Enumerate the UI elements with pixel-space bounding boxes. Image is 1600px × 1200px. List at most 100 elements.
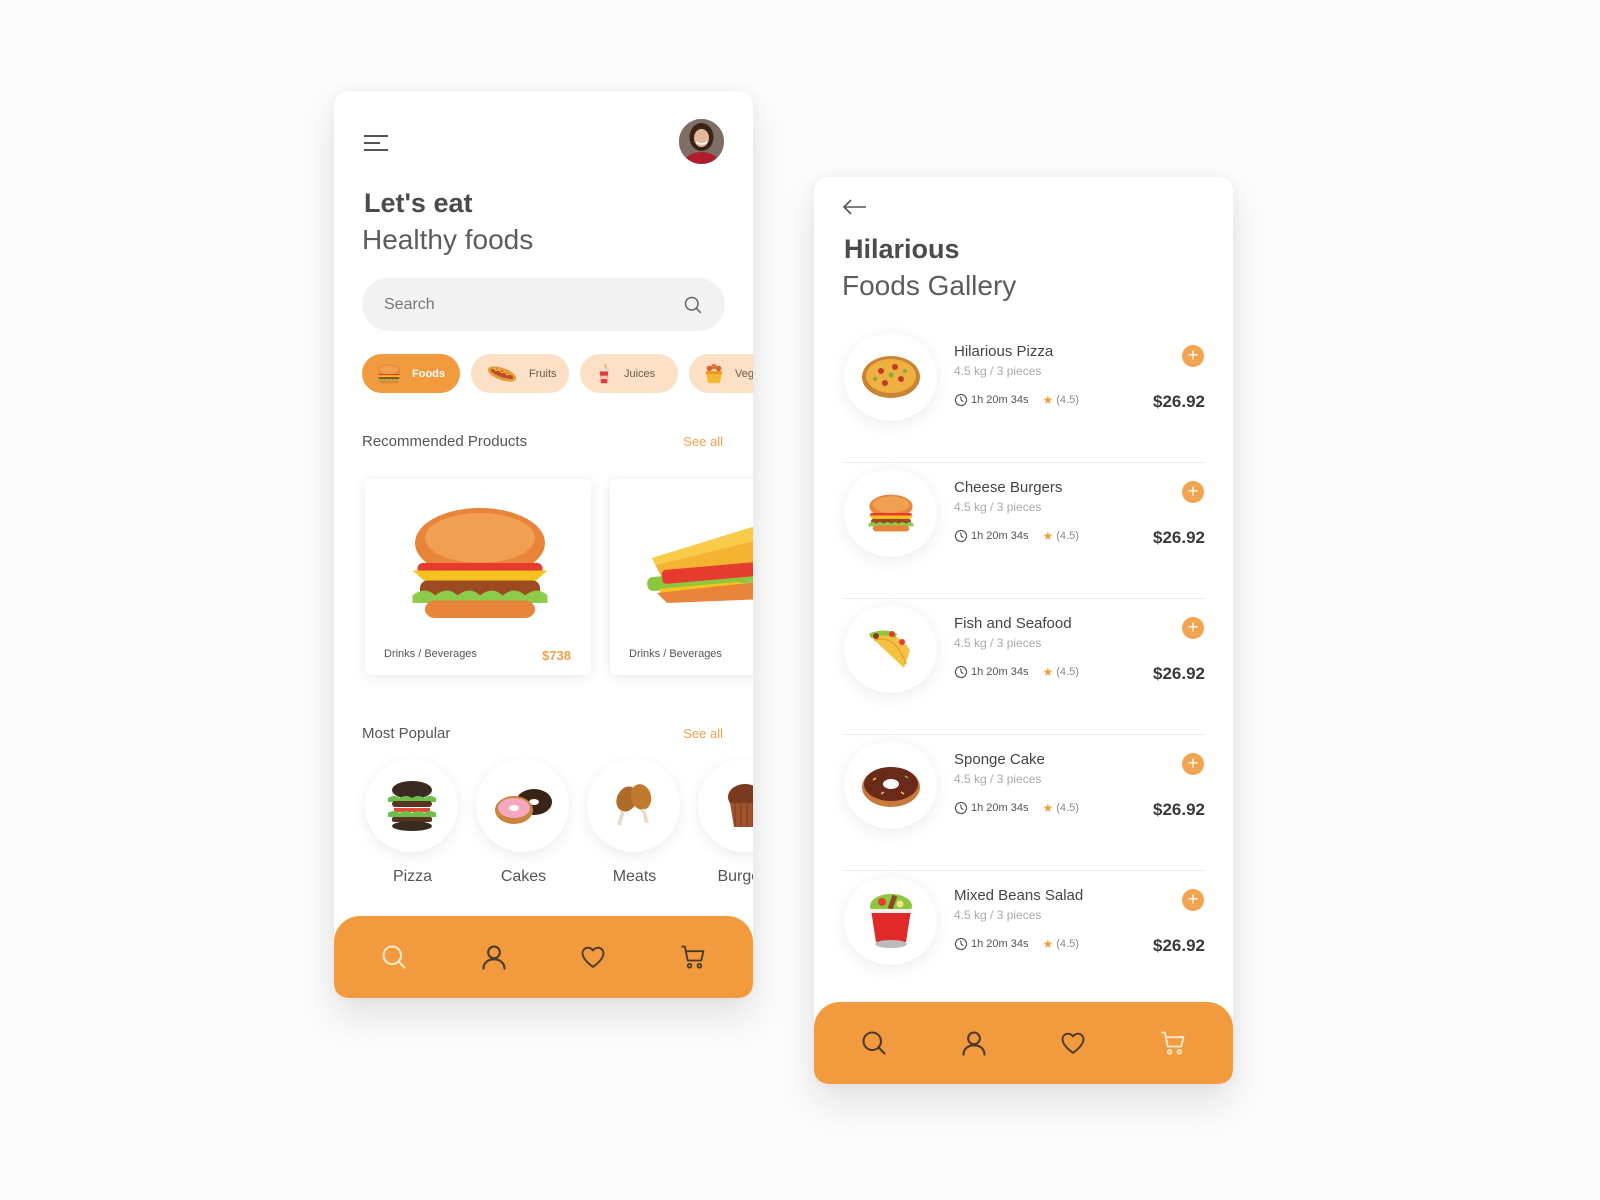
burger-icon (376, 363, 402, 385)
food-price: $26.92 (1153, 664, 1205, 683)
add-to-cart-button[interactable]: + (1182, 617, 1204, 639)
star-icon: ★ (1042, 529, 1054, 543)
food-thumb (844, 469, 937, 557)
search-bar[interactable] (362, 278, 725, 331)
section-title: Recommended Products (362, 433, 528, 450)
category-chip-foods[interactable]: Foods (362, 354, 460, 393)
search-input[interactable] (384, 295, 683, 314)
category-label: Foods (412, 367, 445, 380)
category-label: Vegetables (735, 367, 753, 380)
taco-image (868, 630, 910, 668)
popular-item-label: Burgers (717, 868, 753, 885)
sandwich-image (647, 526, 753, 603)
nav-search-button[interactable] (854, 1023, 894, 1063)
food-price: $26.92 (1153, 936, 1205, 955)
chicken-legs-image (615, 783, 651, 826)
user-icon (480, 943, 508, 971)
search-icon (860, 1029, 888, 1057)
food-weight: 4.5 kg / 3 pieces (954, 908, 1042, 922)
burger-image (405, 503, 555, 623)
donut-image (861, 767, 920, 807)
food-list-item[interactable]: Cheese Burgers 4.5 kg / 3 pieces 1h 20m … (844, 463, 1205, 599)
food-meta: 1h 20m 34s ★ (4.5) (954, 801, 1079, 815)
add-to-cart-button[interactable]: + (1182, 345, 1204, 367)
food-weight: 4.5 kg / 3 pieces (954, 364, 1042, 378)
back-arrow-icon[interactable] (842, 197, 868, 217)
popular-item-burgers[interactable]: Burgers (698, 759, 753, 886)
see-all-link[interactable]: See all (683, 726, 723, 741)
bottom-nav (814, 1002, 1233, 1084)
food-price: $26.92 (1153, 392, 1205, 411)
recommended-header: Recommended Products See all (362, 433, 723, 450)
avatar[interactable] (679, 119, 724, 164)
bottom-nav (334, 916, 753, 998)
food-meta: 1h 20m 34s ★ (4.5) (954, 937, 1079, 951)
home-screen: Let's eat Healthy foods Foods Fruits (334, 91, 753, 998)
popular-item-image (698, 759, 753, 852)
fries-bucket-icon (705, 363, 723, 383)
popular-item-cakes[interactable]: Cakes (476, 759, 571, 886)
popular-items: Pizza Cakes Meats Burg (365, 759, 753, 886)
page-subtitle: Healthy foods (362, 224, 534, 255)
food-list-item[interactable]: Hilarious Pizza 4.5 kg / 3 pieces 1h 20m… (844, 327, 1205, 463)
heart-icon (1059, 1029, 1087, 1057)
category-chip-vegetables[interactable]: Vegetables (689, 354, 753, 393)
double-burger-image (387, 780, 436, 831)
nav-search-button[interactable] (374, 937, 414, 977)
rating: (4.5) (1056, 394, 1079, 406)
star-icon: ★ (1042, 801, 1054, 815)
product-card[interactable]: Drinks / Beverages $738 (365, 479, 591, 675)
burger-image (866, 492, 916, 534)
nav-profile-button[interactable] (954, 1023, 994, 1063)
food-name: Mixed Beans Salad (954, 887, 1084, 904)
add-to-cart-button[interactable]: + (1182, 889, 1204, 911)
prep-time: 1h 20m 34s (971, 394, 1029, 406)
nav-cart-button[interactable] (1153, 1023, 1193, 1063)
food-list-item[interactable]: Sponge Cake 4.5 kg / 3 pieces 1h 20m 34s… (844, 735, 1205, 871)
category-chip-fruits[interactable]: Fruits (471, 354, 569, 393)
star-icon: ★ (1042, 393, 1054, 407)
nav-favorites-button[interactable] (1053, 1023, 1093, 1063)
add-to-cart-button[interactable]: + (1182, 481, 1204, 503)
prep-time: 1h 20m 34s (971, 530, 1029, 542)
popular-item-label: Meats (612, 868, 657, 885)
clock-icon (954, 665, 968, 679)
clock-icon (954, 529, 968, 543)
food-weight: 4.5 kg / 3 pieces (954, 500, 1042, 514)
prep-time: 1h 20m 34s (971, 802, 1029, 814)
food-weight: 4.5 kg / 3 pieces (954, 772, 1042, 786)
clock-icon (954, 937, 968, 951)
popular-item-meats[interactable]: Meats (587, 759, 682, 886)
nav-favorites-button[interactable] (573, 937, 613, 977)
product-price: $738 (542, 648, 571, 663)
heart-icon (579, 943, 607, 971)
hotdog-icon (487, 365, 517, 382)
food-price: $26.92 (1153, 528, 1205, 547)
search-icon (380, 943, 408, 971)
menu-icon[interactable] (364, 134, 388, 152)
food-meta: 1h 20m 34s ★ (4.5) (954, 393, 1079, 407)
user-icon (960, 1029, 988, 1057)
product-category: Drinks / Beverages (629, 648, 722, 660)
category-chip-juices[interactable]: Juices (580, 354, 678, 393)
rating: (4.5) (1056, 938, 1079, 950)
rating: (4.5) (1056, 530, 1079, 542)
category-label: Fruits (529, 367, 557, 380)
star-icon: ★ (1042, 665, 1054, 679)
popular-header: Most Popular See all (362, 725, 723, 742)
nav-profile-button[interactable] (474, 937, 514, 977)
food-list-item[interactable]: Mixed Beans Salad 4.5 kg / 3 pieces 1h 2… (844, 871, 1205, 1007)
food-thumb (844, 741, 937, 829)
food-list-item[interactable]: Fish and Seafood 4.5 kg / 3 pieces 1h 20… (844, 599, 1205, 735)
product-card[interactable]: Drinks / Beverages (610, 479, 753, 675)
food-thumb (844, 877, 937, 965)
add-to-cart-button[interactable]: + (1182, 753, 1204, 775)
popular-item-image (587, 759, 680, 852)
popular-item-pizza[interactable]: Pizza (365, 759, 460, 886)
soda-cup-icon (598, 363, 610, 383)
rating: (4.5) (1056, 802, 1079, 814)
search-icon[interactable] (683, 295, 703, 315)
nav-cart-button[interactable] (673, 937, 713, 977)
see-all-link[interactable]: See all (683, 434, 723, 449)
cart-icon (679, 943, 707, 971)
